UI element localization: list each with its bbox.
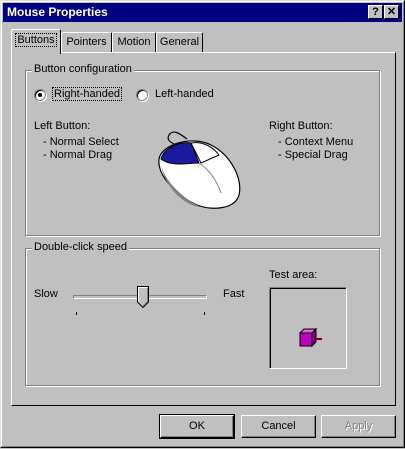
test-area[interactable] bbox=[269, 287, 347, 369]
double-click-content: Slow Fast Test area: bbox=[1, 1, 405, 449]
fast-label: Fast bbox=[223, 288, 245, 300]
test-box-icon[interactable] bbox=[298, 328, 324, 348]
slider-tick bbox=[204, 312, 205, 315]
test-area-label: Test area: bbox=[269, 269, 318, 281]
slider-tick bbox=[76, 312, 77, 315]
slow-label: Slow bbox=[34, 288, 58, 300]
speed-slider-thumb[interactable] bbox=[137, 286, 149, 308]
mouse-properties-window: Mouse Properties ? ✕ Buttons Pointers Mo… bbox=[0, 0, 405, 448]
